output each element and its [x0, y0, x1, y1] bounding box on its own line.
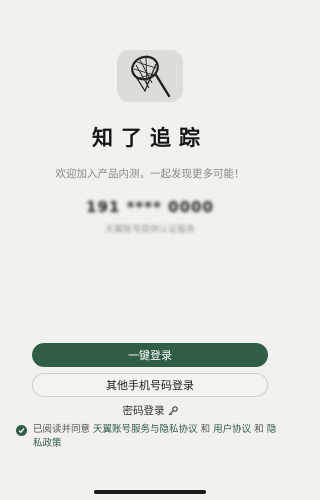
carrier-auth-note: 天翼账号提供认证服务 [104, 225, 196, 235]
agreement-text: 已阅读并同意 天翼账号服务与隐私协议 和 用户协议 和 隐私政策 [33, 423, 278, 451]
agreement-and-1: 和 [200, 424, 211, 435]
user-agreement-link[interactable]: 用户协议 [213, 424, 251, 435]
password-login-label: 密码登录 [122, 405, 165, 417]
home-indicator [94, 490, 206, 494]
masked-phone-number: 191 **** 0000 [86, 198, 214, 216]
agreement-and-2: 和 [254, 424, 264, 435]
other-phone-login-button[interactable]: 其他手机号码登录 [32, 373, 268, 397]
key-icon [168, 405, 178, 415]
password-login-link[interactable]: 密码登录 [0, 403, 300, 418]
agreement-checkbox[interactable] [16, 425, 27, 436]
agreement-row: 已阅读并同意 天翼账号服务与隐私协议 和 用户协议 和 隐私政策 [16, 423, 278, 451]
agreement-prefix: 已阅读并同意 [33, 424, 91, 435]
butterfly-net-icon [131, 55, 171, 98]
app-name: 知了追踪 [92, 126, 208, 150]
one-click-login-button[interactable]: 一键登录 [32, 343, 268, 367]
check-icon [18, 428, 25, 434]
app-logo [117, 50, 183, 102]
welcome-slogan: 欢迎加入产品内测，一起发现更多可能！ [55, 168, 245, 180]
carrier-privacy-link[interactable]: 天翼账号服务与隐私协议 [93, 424, 198, 435]
